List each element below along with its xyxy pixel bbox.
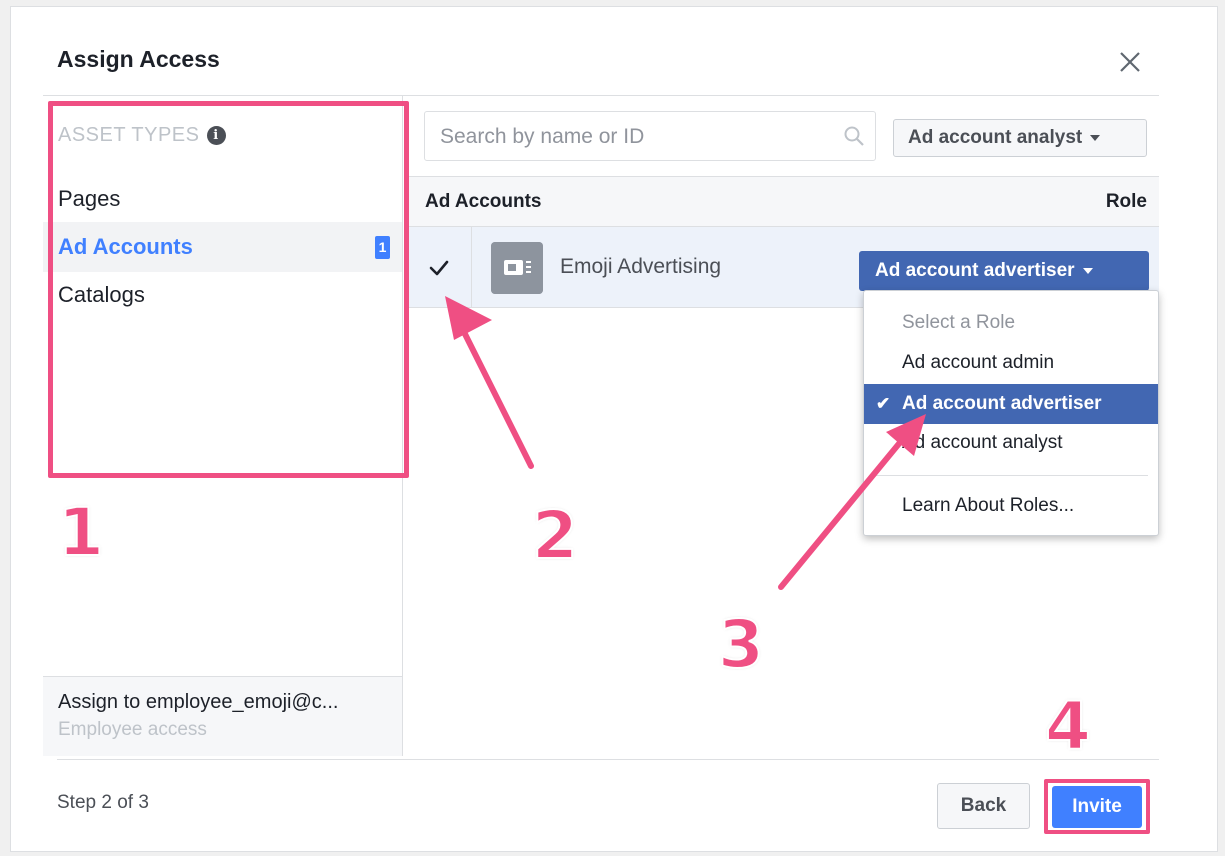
chevron-down-icon (1090, 134, 1101, 141)
role-filter-label: Ad account analyst (908, 127, 1083, 148)
menu-header-select-role: Select a Role (902, 312, 1016, 333)
search-box (424, 111, 876, 162)
search-input[interactable] (425, 112, 832, 162)
assign-summary: Assign to employee_emoji@c... Employee a… (43, 676, 402, 756)
table-header: Ad Accounts Role (405, 176, 1159, 226)
back-button[interactable]: Back (937, 783, 1030, 829)
step-indicator: Step 2 of 3 (57, 792, 149, 813)
menu-item-ad-account-advertiser[interactable]: ✔ Ad account advertiser (864, 384, 1158, 424)
annotation-step-2: 2 (531, 496, 579, 575)
chevron-down-icon (1082, 267, 1093, 274)
annotation-highlight-invite (1044, 779, 1150, 834)
checkmark-icon: ✔ (876, 394, 891, 413)
role-dropdown-button[interactable]: Ad account advertiser (859, 251, 1149, 291)
menu-item-ad-account-admin[interactable]: Ad account admin (864, 343, 1158, 383)
column-header-role: Role (1105, 191, 1147, 212)
ad-account-icon (491, 242, 543, 294)
ad-account-name: Emoji Advertising (560, 255, 722, 278)
role-dropdown-menu: Select a Role Ad account admin ✔ Ad acco… (863, 290, 1159, 536)
close-icon[interactable] (1116, 48, 1144, 76)
role-dropdown-label: Ad account advertiser (875, 260, 1075, 281)
menu-item-ad-account-analyst[interactable]: Ad account analyst (864, 423, 1158, 463)
row-divider (471, 227, 472, 307)
column-header-ad-accounts: Ad Accounts (425, 191, 542, 212)
footer-divider (57, 759, 1159, 760)
assignee-email: Assign to employee_emoji@c... (58, 691, 339, 713)
annotation-step-4: 4 (1044, 687, 1092, 766)
menu-item-learn-about-roles[interactable]: Learn About Roles... (864, 486, 1158, 526)
menu-divider (874, 475, 1148, 476)
menu-item-label: Ad account advertiser (902, 393, 1102, 414)
dialog-title: Assign Access (57, 46, 220, 72)
role-filter-select[interactable]: Ad account analyst (893, 119, 1147, 157)
annotation-step-3: 3 (717, 605, 765, 684)
annotation-highlight-asset-types (48, 101, 409, 478)
row-checkbox[interactable] (427, 257, 451, 279)
search-icon (844, 126, 864, 146)
access-type: Employee access (58, 719, 207, 740)
annotation-step-1: 1 (57, 493, 105, 572)
